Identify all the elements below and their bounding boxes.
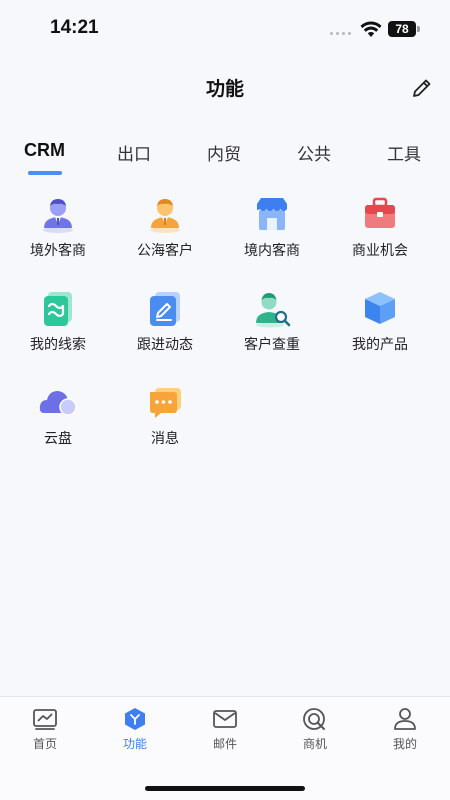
grid-label: 消息 [151, 431, 179, 447]
wifi-icon [360, 21, 382, 37]
grid-label: 跟进动态 [137, 337, 193, 353]
grid-label: 我的产品 [352, 337, 408, 353]
follow-up-icon [150, 292, 180, 326]
bottom-nav: 首页 功能 邮件 商机 我的 [0, 696, 450, 800]
grid-item-my-products[interactable]: 我的产品 [330, 284, 430, 364]
grid-label: 公海客户 [137, 243, 193, 259]
grid-label: 云盘 [44, 431, 72, 447]
tab-crm[interactable]: CRM [24, 140, 65, 161]
app-screen: 14:21 78 功能 CRM 出口 内贸 公共 工具 境外客商 公海客户 境内… [0, 0, 450, 800]
grid-item-messages[interactable]: 消息 [115, 378, 215, 458]
nav-mine[interactable]: 我的 [370, 707, 440, 752]
nav-mail[interactable]: 邮件 [190, 707, 260, 752]
status-time: 14:21 [50, 17, 99, 38]
grid-label: 客户查重 [244, 337, 300, 353]
category-tabs: CRM 出口 内贸 公共 工具 [0, 140, 450, 180]
briefcase-icon [365, 197, 395, 228]
grid-label: 境内客商 [244, 243, 300, 259]
nav-function[interactable]: 功能 [100, 707, 170, 752]
message-icon [150, 388, 181, 418]
nav-label: 首页 [32, 737, 57, 751]
home-indicator [145, 786, 305, 791]
signal-dots-icon [330, 32, 352, 36]
edit-button[interactable] [408, 74, 436, 102]
nav-opportunity[interactable]: 商机 [280, 707, 350, 752]
grid-item-public-pool-client[interactable]: 公海客户 [115, 190, 215, 270]
tab-public[interactable]: 公共 [297, 140, 331, 165]
function-hex-icon [125, 708, 145, 730]
profile-icon [394, 708, 416, 730]
grid-item-domestic-client[interactable]: 境内客商 [222, 190, 322, 270]
grid-item-business-opportunity[interactable]: 商业机会 [330, 190, 430, 270]
mail-icon [213, 710, 237, 728]
tab-domestic-trade[interactable]: 内贸 [207, 140, 241, 165]
domestic-store-icon [257, 198, 287, 230]
nav-label: 我的 [392, 737, 417, 751]
status-bar: 14:21 78 [0, 0, 450, 56]
pencil-icon [413, 79, 431, 97]
active-tab-indicator [28, 171, 62, 175]
battery-level: 78 [395, 22, 409, 36]
tab-tools[interactable]: 工具 [387, 140, 421, 165]
grid-item-cloud-disk[interactable]: 云盘 [8, 378, 108, 458]
product-cube-icon [365, 292, 395, 324]
page-title: 功能 [205, 78, 244, 100]
leads-icon [44, 292, 72, 326]
nav-label: 邮件 [212, 737, 237, 751]
nav-label: 功能 [122, 737, 147, 751]
grid-item-my-leads[interactable]: 我的线索 [8, 284, 108, 364]
battery-icon: 78 [388, 21, 420, 37]
home-chart-icon [33, 709, 57, 730]
grid-label: 境外客商 [30, 243, 86, 259]
client-search-icon [256, 293, 291, 328]
foreign-client-icon [43, 199, 73, 233]
nav-home[interactable]: 首页 [10, 707, 80, 752]
opportunity-icon [303, 708, 325, 730]
grid-item-client-check[interactable]: 客户查重 [222, 284, 322, 364]
grid-label: 商业机会 [352, 243, 408, 259]
public-pool-client-icon [150, 199, 180, 233]
cloud-icon [39, 391, 77, 416]
tab-export[interactable]: 出口 [117, 140, 151, 165]
grid-label: 我的线索 [30, 337, 86, 353]
grid-item-foreign-client[interactable]: 境外客商 [8, 190, 108, 270]
nav-label: 商机 [302, 737, 327, 751]
grid-item-follow-up[interactable]: 跟进动态 [115, 284, 215, 364]
